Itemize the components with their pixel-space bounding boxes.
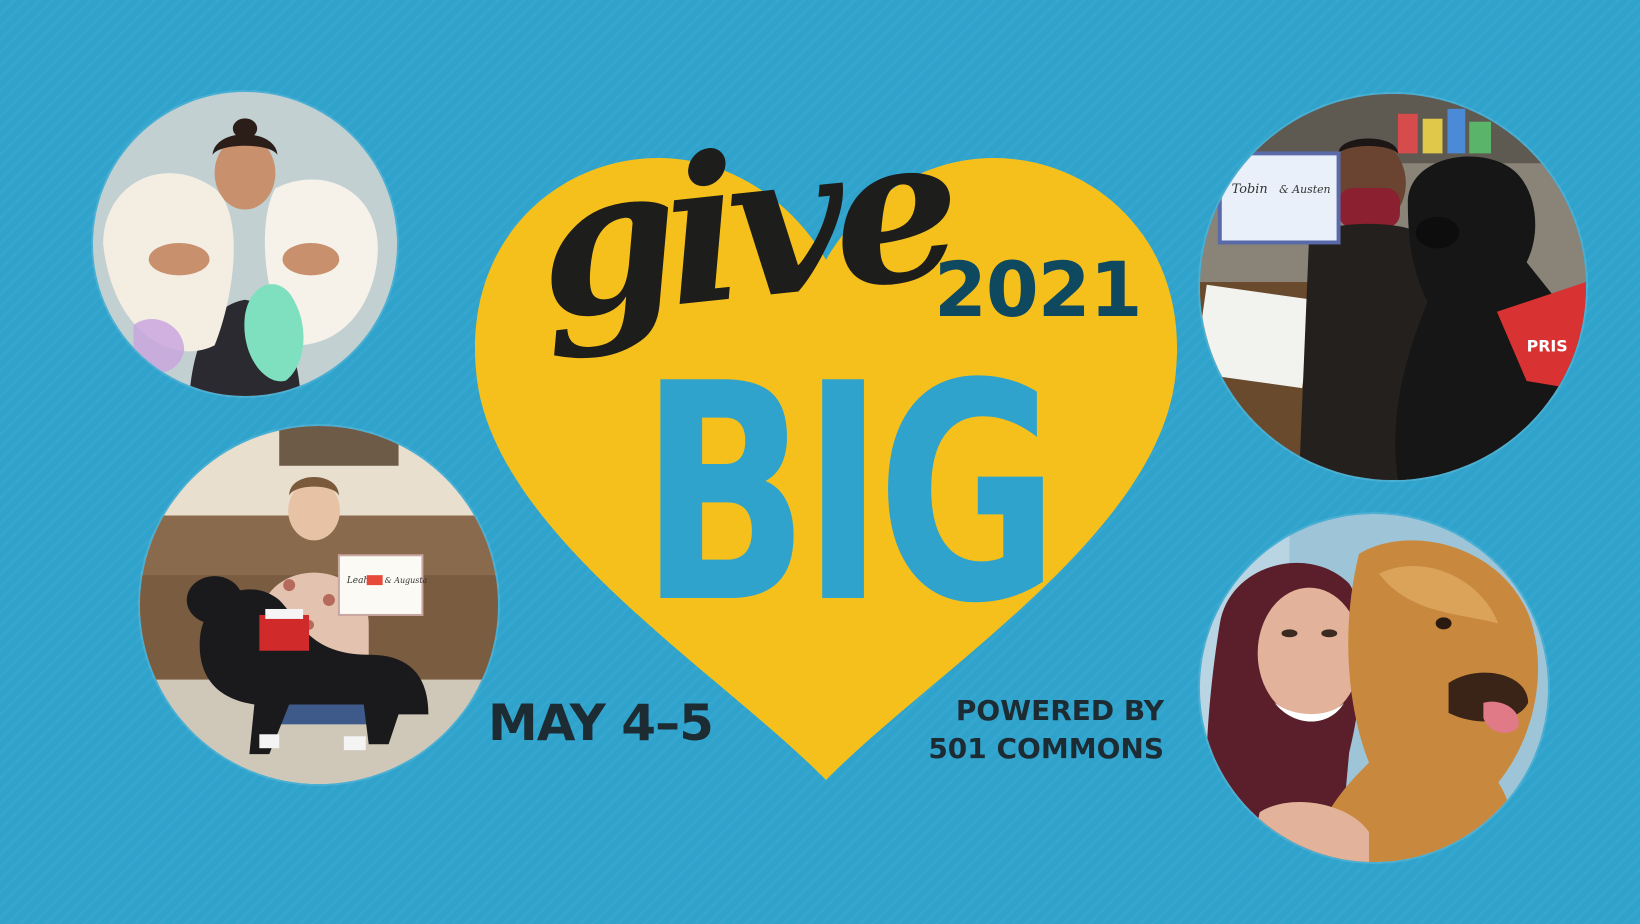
certificate-2-name: Leah <box>346 576 369 586</box>
photo-woman-golden-retriever <box>1200 514 1548 862</box>
certificate-3: Tobin & Austen <box>1217 151 1341 245</box>
photo-woman-sofa-black-lab: Leah & Augusta <box>140 426 498 784</box>
logo-big-word: BIG <box>640 320 1059 669</box>
dog-vest-text: PRIS <box>1527 336 1568 355</box>
logo-year: 2021 <box>934 245 1143 334</box>
powered-by-line-1: POWERED BY <box>955 694 1164 727</box>
give-big-banner: give BIG 2021 MAY 4–5 POWERED BY 501 COM… <box>0 0 1640 924</box>
certificate-3-dog: & Austen <box>1279 183 1330 196</box>
certificate-3-name: Tobin <box>1232 182 1268 197</box>
event-dates: MAY 4–5 <box>488 694 714 752</box>
certificate-2-dog: & Augusta <box>385 576 428 585</box>
certificate-2: Leah & Augusta <box>337 554 428 616</box>
logo-give-word: give <box>526 89 960 366</box>
photo-man-certificate-black-dog: Tobin & Austen PRIS <box>1200 94 1586 480</box>
powered-by-line-2: 501 COMMONS <box>928 732 1164 765</box>
photo-woman-with-fur <box>93 92 397 396</box>
powered-by: POWERED BY 501 COMMONS <box>928 692 1164 768</box>
